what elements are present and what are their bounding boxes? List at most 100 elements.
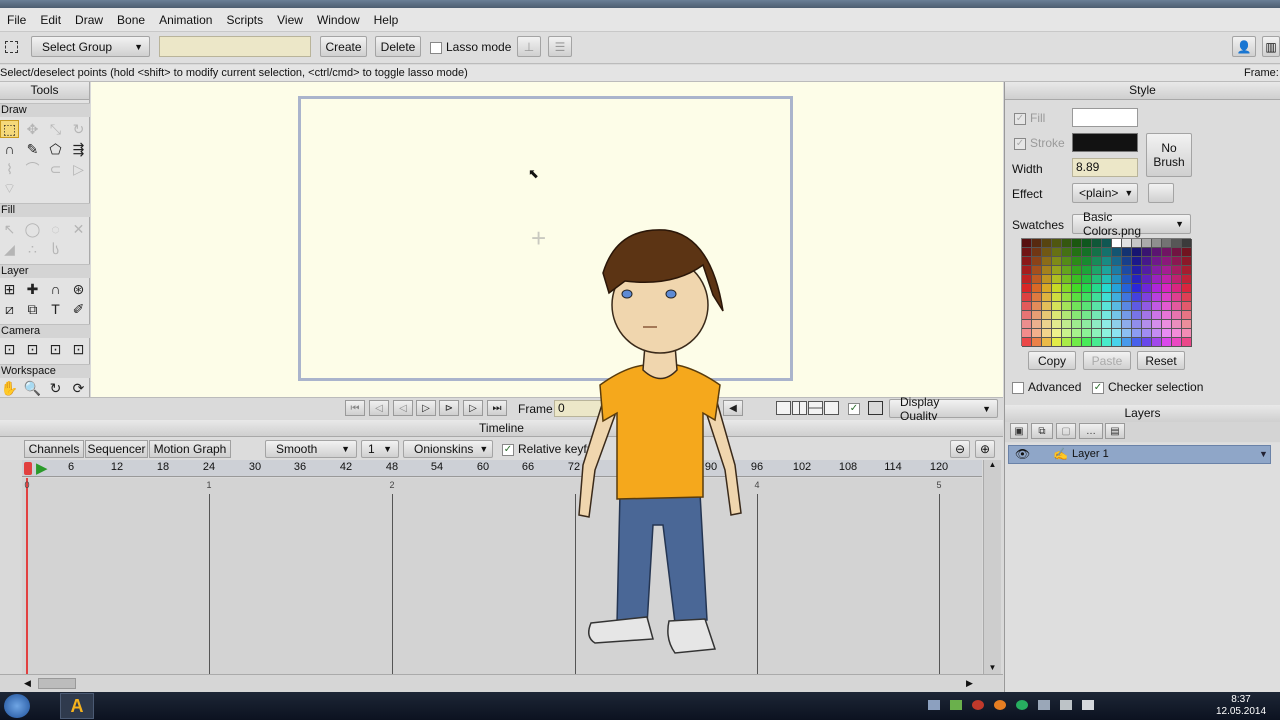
swatch-cell[interactable]: [1102, 311, 1112, 320]
swatch-cell[interactable]: [1072, 311, 1082, 320]
swatch-cell[interactable]: [1182, 329, 1192, 338]
split-view-icon[interactable]: [792, 401, 807, 415]
swatch-cell[interactable]: [1142, 275, 1152, 284]
swatch-cell[interactable]: [1032, 248, 1042, 257]
swatch-cell[interactable]: [1142, 257, 1152, 266]
zoom-icon[interactable]: 🔍: [23, 379, 42, 397]
swatch-cell[interactable]: [1092, 257, 1102, 266]
swatch-cell[interactable]: [1132, 266, 1142, 275]
swatch-cell[interactable]: [1112, 311, 1122, 320]
swatch-cell[interactable]: [1172, 293, 1182, 302]
swatch-palette[interactable]: [1021, 238, 1192, 347]
network-icon[interactable]: [1060, 700, 1072, 710]
swatch-cell[interactable]: [1082, 275, 1092, 284]
curvature-icon[interactable]: ⌒: [23, 160, 42, 178]
group-layer-icon[interactable]: ▤: [1105, 423, 1125, 439]
swatch-cell[interactable]: [1122, 329, 1132, 338]
volume-tray-icon[interactable]: [1082, 700, 1094, 710]
timeline-vertical-scrollbar[interactable]: ▲ ▼: [983, 460, 1001, 674]
single-view-icon[interactable]: [776, 401, 791, 415]
swatch-cell[interactable]: [1172, 248, 1182, 257]
scroll-left-icon[interactable]: ◀: [24, 678, 31, 689]
swatch-cell[interactable]: [1092, 311, 1102, 320]
swatch-cell[interactable]: [1102, 248, 1112, 257]
swatch-cell[interactable]: [1092, 275, 1102, 284]
swatch-cell[interactable]: [1162, 311, 1172, 320]
swatch-cell[interactable]: [1022, 320, 1032, 329]
swatch-cell[interactable]: [1132, 320, 1142, 329]
swatch-cell[interactable]: [1172, 338, 1182, 347]
swatch-cell[interactable]: [1062, 329, 1072, 338]
swatch-cell[interactable]: [1132, 239, 1142, 248]
swatch-cell[interactable]: [1082, 266, 1092, 275]
playhead-marker[interactable]: [24, 462, 32, 475]
swatch-cell[interactable]: [1082, 293, 1092, 302]
swatch-cell[interactable]: [1072, 329, 1082, 338]
swatch-cell[interactable]: [1022, 302, 1032, 311]
swatch-cell[interactable]: [1072, 320, 1082, 329]
draw-shape-icon[interactable]: ⬠: [46, 140, 65, 158]
swatch-cell[interactable]: [1182, 320, 1192, 329]
shear-icon[interactable]: ⌔: [0, 180, 19, 198]
swatch-cell[interactable]: [1122, 320, 1132, 329]
display-quality-dropdown[interactable]: Display Quality ▼: [889, 395, 998, 423]
swatch-cell[interactable]: [1082, 311, 1092, 320]
swatch-cell[interactable]: [1132, 257, 1142, 266]
eyedropper-icon[interactable]: ✐: [69, 300, 88, 318]
swatch-cell[interactable]: [1042, 257, 1052, 266]
swatch-cell[interactable]: [1162, 329, 1172, 338]
swatches-dropdown[interactable]: Basic Colors.png ▼: [1072, 210, 1191, 238]
swatch-cell[interactable]: [1152, 248, 1162, 257]
swatch-cell[interactable]: [1072, 275, 1082, 284]
hand-icon[interactable]: ✋: [0, 379, 19, 397]
swatch-cell[interactable]: [1122, 239, 1132, 248]
swatch-cell[interactable]: [1102, 284, 1112, 293]
swatch-cell[interactable]: [1102, 320, 1112, 329]
rotate-points-icon[interactable]: ↻: [69, 120, 88, 138]
swatch-cell[interactable]: [1172, 329, 1182, 338]
swatch-cell[interactable]: [1142, 311, 1152, 320]
swatch-cell[interactable]: [1182, 257, 1192, 266]
swatch-cell[interactable]: [1122, 302, 1132, 311]
step-back-icon[interactable]: ◁: [393, 400, 413, 416]
swatch-cell[interactable]: [1062, 257, 1072, 266]
swatch-cell[interactable]: [1092, 284, 1102, 293]
swatch-cell[interactable]: [1052, 329, 1062, 338]
swatch-cell[interactable]: [1102, 329, 1112, 338]
swatch-cell[interactable]: [1132, 248, 1142, 257]
swatch-cell[interactable]: [1142, 293, 1152, 302]
swatch-cell[interactable]: [1092, 239, 1102, 248]
swatch-cell[interactable]: [1032, 311, 1042, 320]
swatch-cell[interactable]: [1172, 257, 1182, 266]
align-icon[interactable]: ⊥: [517, 36, 541, 57]
swatch-cell[interactable]: [1172, 302, 1182, 311]
swatch-cell[interactable]: [1132, 284, 1142, 293]
swatch-cell[interactable]: [1122, 257, 1132, 266]
tray-icon[interactable]: [928, 700, 940, 710]
swatch-cell[interactable]: [1182, 302, 1192, 311]
scatter-brush-icon[interactable]: ⇶: [69, 140, 88, 158]
swatch-cell[interactable]: [1082, 302, 1092, 311]
transform-layer-icon[interactable]: ⊞: [0, 280, 19, 298]
swatch-cell[interactable]: [1152, 284, 1162, 293]
swatch-cell[interactable]: [1132, 302, 1142, 311]
roll-camera-icon[interactable]: ⊡: [46, 340, 65, 358]
layer-settings-icon[interactable]: …: [1079, 423, 1103, 439]
scroll-thumb[interactable]: [38, 678, 76, 689]
swatch-cell[interactable]: [1022, 257, 1032, 266]
library-icon[interactable]: ▥: [1262, 36, 1280, 57]
swatch-cell[interactable]: [1042, 239, 1052, 248]
effect-options-button[interactable]: [1148, 183, 1174, 203]
swatch-cell[interactable]: [1172, 320, 1182, 329]
swatch-cell[interactable]: [1162, 320, 1172, 329]
zoom-out-icon[interactable]: ⊖: [950, 440, 970, 458]
swatch-cell[interactable]: [1072, 284, 1082, 293]
text-tool-icon[interactable]: T: [46, 300, 65, 318]
swatch-cell[interactable]: [1052, 266, 1062, 275]
swatch-cell[interactable]: [1042, 248, 1052, 257]
swatch-cell[interactable]: [1052, 257, 1062, 266]
swatch-cell[interactable]: [1072, 293, 1082, 302]
line-width-icon[interactable]: ◢: [0, 240, 19, 258]
swatch-cell[interactable]: [1022, 275, 1032, 284]
swatch-cell[interactable]: [1162, 284, 1172, 293]
